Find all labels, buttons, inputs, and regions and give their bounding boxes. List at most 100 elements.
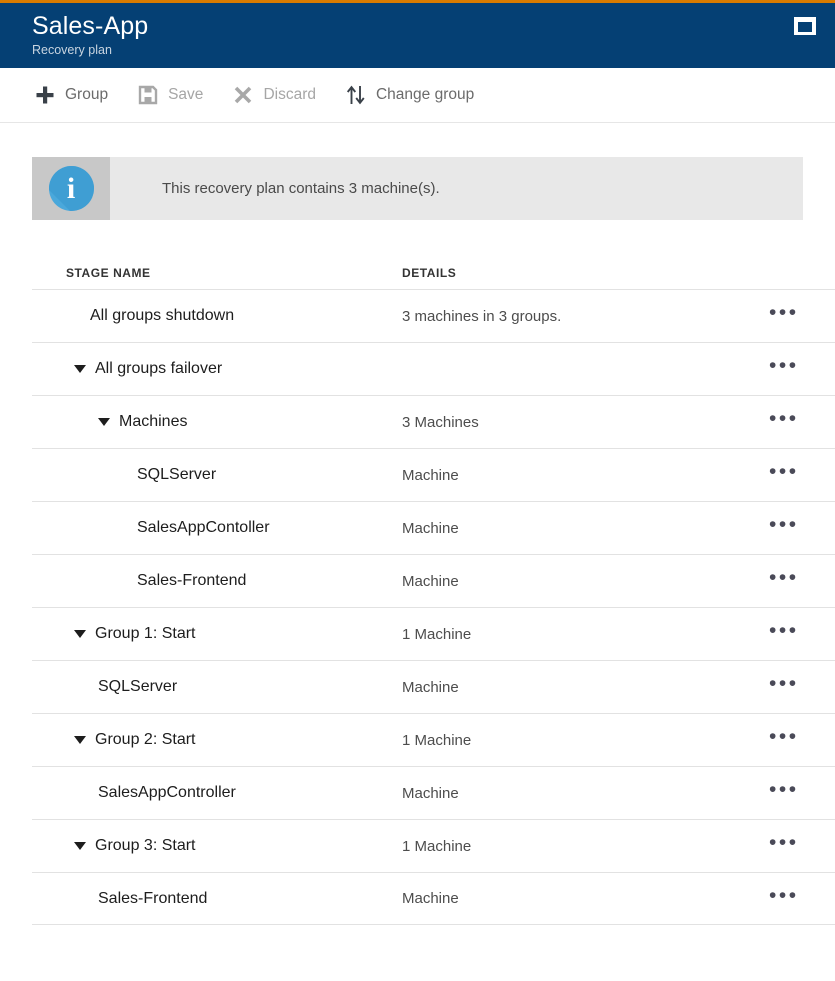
table-row[interactable]: Machines 3 Machines •••: [32, 395, 835, 448]
plus-icon: [34, 84, 56, 106]
cell-row-menu: •••: [765, 459, 835, 491]
cell-stage-name: SQLServer: [32, 678, 402, 696]
cell-details: 3 machines in 3 groups.: [402, 307, 562, 325]
row-context-menu-button[interactable]: •••: [765, 830, 803, 862]
cell-stage-name: Sales-Frontend: [32, 890, 402, 908]
stage-table-body: All groups shutdown 3 machines in 3 group…: [32, 289, 835, 925]
cell-stage-name: SalesAppContoller: [32, 519, 402, 537]
table-row[interactable]: SalesAppController Machine •••: [32, 766, 835, 819]
row-context-menu-button[interactable]: •••: [765, 565, 803, 597]
cell-stage-name: Group 2: Start: [32, 731, 402, 749]
discard-label: Discard: [263, 86, 316, 103]
table-row[interactable]: All groups failover •••: [32, 342, 835, 395]
cell-details: Machine: [402, 466, 459, 484]
row-context-menu-button[interactable]: •••: [765, 724, 803, 756]
cell-row-menu: •••: [765, 671, 835, 703]
cell-details: Machine: [402, 784, 459, 802]
change-group-button[interactable]: Change group: [341, 68, 487, 122]
table-row[interactable]: Group 2: Start 1 Machine •••: [32, 713, 835, 766]
cell-row-menu: •••: [765, 300, 835, 332]
chevron-down-icon[interactable]: [74, 630, 86, 638]
add-group-label: Group: [65, 86, 109, 103]
restore-window-icon[interactable]: [794, 17, 816, 35]
stage-table: STAGE NAME DETAILS All groups shutdown 3 …: [32, 251, 835, 925]
table-row[interactable]: Sales-Frontend Machine •••: [32, 872, 835, 925]
save-label: Save: [168, 86, 204, 103]
table-row[interactable]: SQLServer Machine •••: [32, 660, 835, 713]
cell-row-menu: •••: [765, 512, 835, 544]
cell-stage-name: Machines: [32, 413, 402, 431]
info-circle-icon: i: [48, 166, 94, 211]
table-row[interactable]: Sales-Frontend Machine •••: [32, 554, 835, 607]
chevron-down-icon[interactable]: [74, 842, 86, 850]
chevron-down-icon[interactable]: [74, 736, 86, 744]
row-context-menu-button[interactable]: •••: [765, 459, 803, 491]
stage-name-label: All groups shutdown: [90, 307, 235, 324]
row-context-menu-button[interactable]: •••: [765, 353, 803, 385]
stage-name-label: SQLServer: [98, 678, 178, 695]
cell-stage-name: SalesAppController: [32, 784, 402, 802]
stage-name-label: SalesAppController: [98, 784, 236, 801]
cell-details: Machine: [402, 572, 459, 590]
cross-x-icon: [232, 84, 254, 106]
cell-stage-name: Group 1: Start: [32, 625, 402, 643]
discard-button[interactable]: Discard: [228, 68, 329, 122]
stage-name-label: SalesAppContoller: [137, 519, 270, 536]
page-title: Sales-App: [32, 12, 149, 40]
table-row[interactable]: SalesAppContoller Machine •••: [32, 501, 835, 554]
floppy-save-icon: [137, 84, 159, 106]
cell-details: Machine: [402, 678, 459, 696]
cell-row-menu: •••: [765, 724, 835, 756]
info-banner: i This recovery plan contains 3 machine(…: [32, 157, 803, 220]
save-button[interactable]: Save: [133, 68, 216, 122]
cell-details: 1 Machine: [402, 837, 472, 855]
blade-body: i This recovery plan contains 3 machine(…: [0, 123, 835, 981]
cell-stage-name: Group 3: Start: [32, 837, 402, 855]
page-subtitle: Recovery plan: [32, 43, 112, 57]
change-group-label: Change group: [375, 86, 475, 103]
command-toolbar: Group Save Discard Change group: [0, 68, 835, 123]
row-context-menu-button[interactable]: •••: [765, 406, 803, 438]
row-context-menu-button[interactable]: •••: [765, 777, 803, 809]
cell-row-menu: •••: [765, 618, 835, 650]
cell-row-menu: •••: [765, 353, 835, 385]
cell-row-menu: •••: [765, 883, 835, 915]
table-row[interactable]: SQLServer Machine •••: [32, 448, 835, 501]
table-row[interactable]: All groups shutdown 3 machines in 3 group…: [32, 289, 835, 342]
stage-name-label: Group 1: Start: [95, 625, 196, 642]
cell-details: 1 Machine: [402, 731, 472, 749]
cell-details: 3 Machines: [402, 413, 479, 431]
table-row[interactable]: Group 1: Start 1 Machine •••: [32, 607, 835, 660]
stage-name-label: All groups failover: [95, 360, 223, 377]
stage-name-label: SQLServer: [137, 466, 217, 483]
cell-details: Machine: [402, 890, 459, 907]
up-down-arrows-icon: [345, 84, 367, 106]
cell-row-menu: •••: [765, 406, 835, 438]
stage-name-label: Sales-Frontend: [98, 889, 208, 907]
stage-name-label: Group 3: Start: [95, 837, 196, 854]
row-context-menu-button[interactable]: •••: [765, 512, 803, 544]
column-header-details: DETAILS: [402, 266, 457, 280]
row-context-menu-button[interactable]: •••: [765, 300, 803, 332]
row-context-menu-button[interactable]: •••: [765, 618, 803, 650]
cell-row-menu: •••: [765, 777, 835, 809]
recovery-plan-blade: Sales-App Recovery plan Group Save Disca…: [0, 0, 835, 981]
cell-details: 1 Machine: [402, 625, 472, 643]
stage-name-label: Machines: [119, 413, 188, 430]
cell-details: Machine: [402, 519, 459, 537]
chevron-down-icon[interactable]: [98, 418, 110, 426]
row-context-menu-button[interactable]: •••: [765, 671, 803, 703]
cell-stage-name: SQLServer: [32, 466, 402, 484]
chevron-down-icon[interactable]: [74, 365, 86, 373]
table-row[interactable]: Group 3: Start 1 Machine •••: [32, 819, 835, 872]
stage-table-header: STAGE NAME DETAILS: [32, 251, 835, 289]
stage-name-label: Sales-Frontend: [137, 572, 247, 589]
cell-stage-name: All groups failover: [32, 360, 402, 378]
cell-stage-name: Sales-Frontend: [32, 572, 402, 590]
column-header-stage-name: STAGE NAME: [66, 266, 151, 280]
info-banner-icon-cell: i: [32, 157, 110, 220]
row-context-menu-button[interactable]: •••: [765, 883, 803, 915]
stage-name-label: Group 2: Start: [95, 731, 196, 748]
add-group-button[interactable]: Group: [30, 68, 121, 122]
cell-stage-name: All groups shutdown: [32, 307, 402, 325]
